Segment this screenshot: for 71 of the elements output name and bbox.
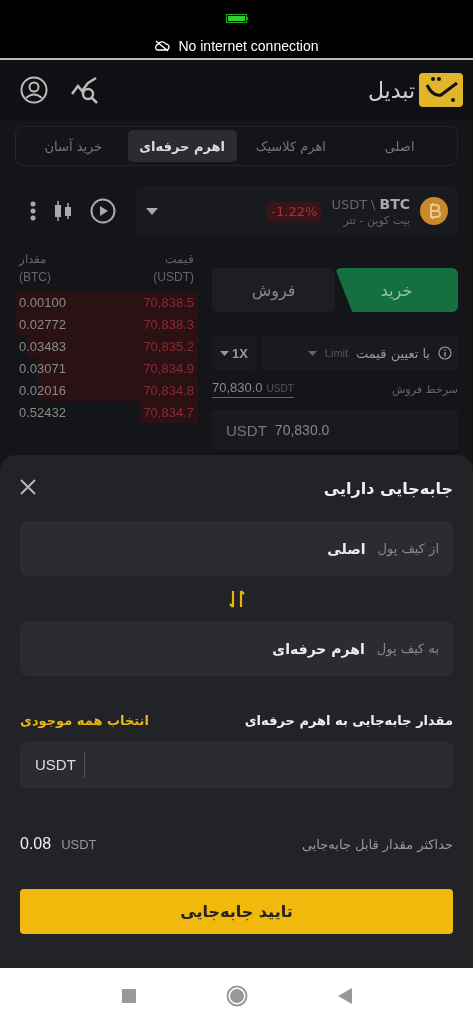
column-unit: (USDT)	[153, 270, 194, 285]
column-header: قیمت	[165, 252, 194, 267]
wallet-selector[interactable]: از کیف پول اصلی	[20, 521, 453, 576]
tab[interactable]: اهرم کلاسیک	[236, 130, 346, 162]
price-unit: USDT	[226, 421, 267, 439]
price-value: 70,830.0	[274, 422, 330, 438]
tab[interactable]: خرید آسان	[19, 130, 128, 162]
pair-name: بیت کوین - تتر	[343, 213, 410, 227]
amount-cell: 0.03483	[19, 338, 66, 354]
amount-field[interactable]: USDT	[20, 742, 453, 788]
price-cell: 70,838.5	[143, 294, 194, 310]
back-icon[interactable]	[337, 988, 352, 1004]
select-all-link[interactable]: انتخاب همه موجودی	[20, 712, 149, 728]
price-cell: 70,834.7	[143, 404, 194, 420]
confirm-button[interactable]: تایید جابه‌جایی	[20, 889, 453, 934]
info-icon	[438, 346, 452, 360]
price-cell: 70,838.3	[143, 316, 194, 332]
wallet-value: اصلی	[327, 540, 366, 557]
pair-base: BTC	[379, 195, 410, 212]
order-type-value: Limit	[324, 347, 349, 359]
leverage-value: 1X	[232, 345, 248, 361]
status-message: No internet connection	[178, 38, 319, 54]
order-type-label: با تعیین قیمت	[356, 345, 430, 361]
battery-icon	[225, 14, 248, 23]
max-value: 0.08	[20, 835, 52, 853]
recents-icon[interactable]	[121, 989, 136, 1003]
wallet-label: از کیف پول	[377, 541, 439, 556]
column-header: مقدار	[19, 252, 47, 267]
amount-label: مقدار جابه‌جایی به اهرم حرفه‌ای	[244, 712, 453, 728]
amount-cell: 0.52432	[19, 404, 66, 420]
profile-icon[interactable]	[20, 76, 48, 104]
home-icon[interactable]	[225, 985, 248, 1007]
wallet-selector[interactable]: به کیف پول اهرم حرفه‌ای	[20, 621, 453, 676]
pair-quote: USDT	[331, 196, 368, 212]
wallet-value: اهرم حرفه‌ای	[272, 640, 365, 657]
logo-icon	[419, 73, 463, 107]
wallet-label: به کیف پول	[376, 641, 439, 656]
caret-icon	[146, 207, 158, 215]
close-icon	[20, 478, 36, 495]
best-price-unit: USDT	[266, 383, 294, 394]
price-cell: 70,834.9	[143, 360, 194, 376]
caret-icon	[220, 350, 230, 356]
tab[interactable]: اهرم حرفه‌ای	[127, 130, 237, 162]
cloud-off-icon	[154, 40, 171, 52]
play-icon[interactable]	[90, 198, 116, 224]
swap-icon[interactable]	[228, 588, 245, 609]
best-price[interactable]: 70,830.0 USDT	[212, 380, 294, 398]
price-change: -1.22%	[267, 201, 322, 221]
candlestick-icon[interactable]	[54, 201, 72, 221]
amount-cell: 0.00100	[19, 294, 66, 310]
max-unit: USDT	[61, 837, 97, 852]
price-cell: 70,835.2	[143, 338, 194, 354]
logo-text: تبدیل	[367, 77, 415, 103]
sheet-title: جابه‌جایی دارایی	[323, 478, 453, 498]
price-field[interactable]: USDT 70,830.0	[212, 410, 458, 450]
price-cell: 70,834.8	[143, 382, 194, 398]
best-price-label: سرخط فروش	[391, 382, 458, 396]
side-tab[interactable]: فروش	[212, 268, 335, 312]
best-price-value: 70,830.0	[212, 380, 263, 395]
column-unit: (BTC)	[19, 270, 51, 285]
pair-separator: \	[371, 196, 376, 212]
amount-unit: USDT	[35, 752, 85, 778]
bitcoin-icon	[420, 197, 448, 225]
more-icon[interactable]	[30, 201, 36, 221]
leverage-dropdown[interactable]: 1X	[212, 336, 256, 370]
caret-icon	[307, 350, 317, 356]
amount-cell: 0.02016	[19, 382, 66, 398]
amount-cell: 0.03071	[19, 360, 66, 376]
max-label: حداکثر مقدار قابل جابه‌جایی	[301, 836, 453, 852]
tab[interactable]: اصلی	[345, 130, 454, 162]
amount-cell: 0.02772	[19, 316, 66, 332]
